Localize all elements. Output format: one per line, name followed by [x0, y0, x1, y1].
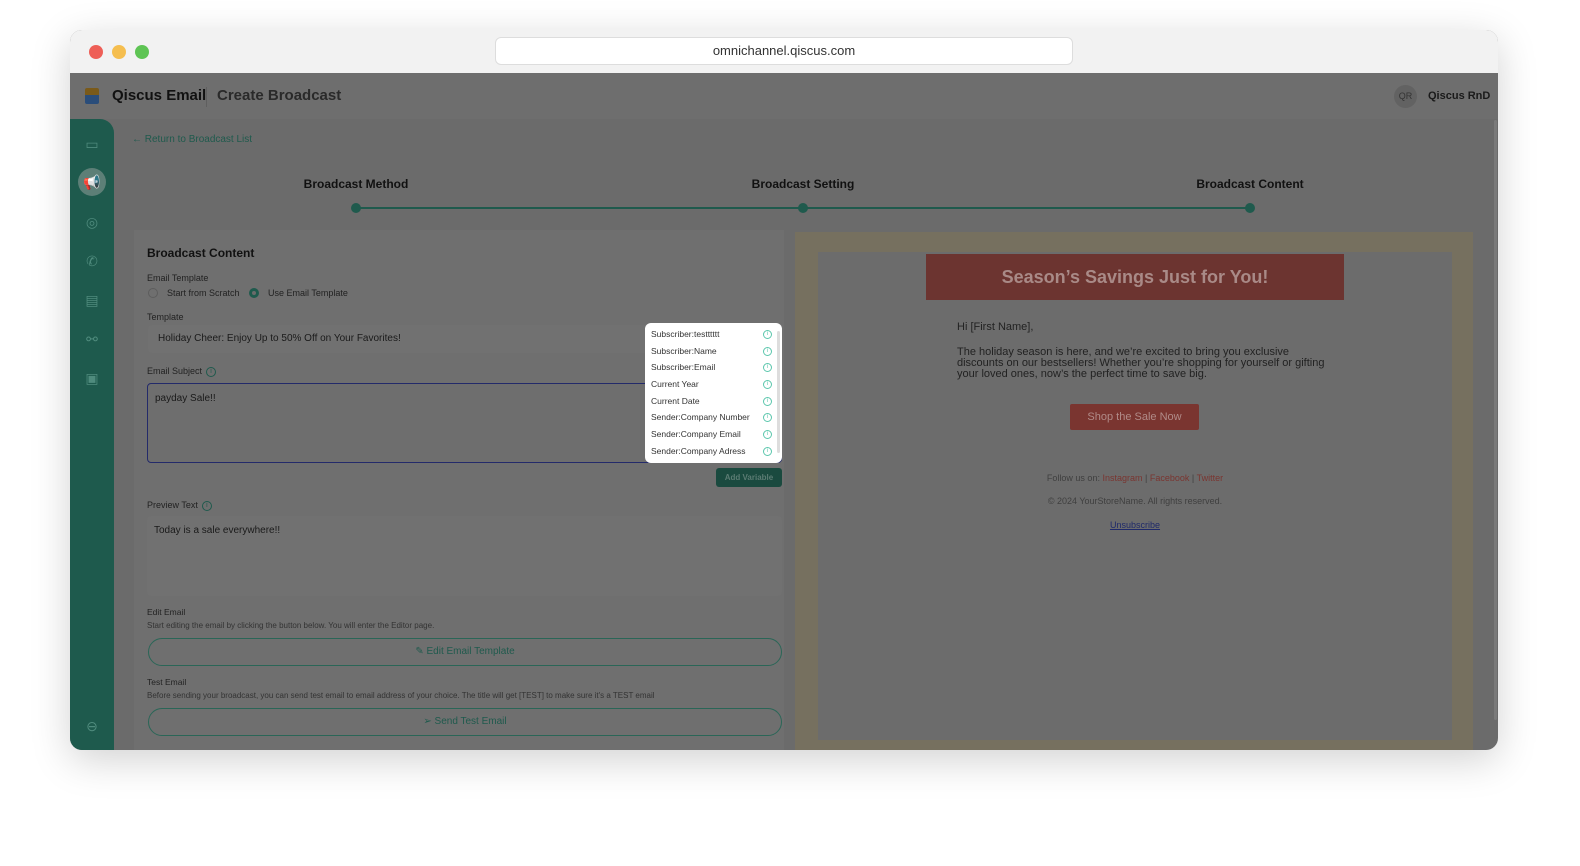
variable-item[interactable]: Sender:Company Adress i — [645, 443, 782, 460]
step-broadcast-content: Broadcast Content — [1196, 177, 1304, 191]
edit-email-label: Edit Email — [147, 607, 186, 617]
variable-label: Current Year — [651, 379, 699, 390]
test-email-description: Before sending your broadcast, you can s… — [147, 691, 655, 700]
return-to-broadcast-list-link[interactable]: ← Return to Broadcast List — [132, 134, 252, 145]
close-window-button[interactable] — [89, 45, 103, 59]
variable-item[interactable]: Subscriber:testttttt i — [645, 326, 782, 343]
twitter-link[interactable]: Twitter — [1197, 473, 1224, 483]
email-preview: Season’s Savings Just for You! Hi [First… — [795, 232, 1473, 750]
sidebar-dashboard-icon[interactable]: ▭ — [82, 134, 102, 154]
browser-titlebar: omnichannel.qiscus.com — [70, 30, 1498, 73]
section-title: Broadcast Content — [147, 246, 255, 260]
variable-item[interactable]: Sender:Company Number i — [645, 409, 782, 426]
page-scrollbar[interactable] — [1494, 120, 1497, 720]
info-icon[interactable]: i — [763, 413, 772, 423]
app-header: Qiscus Email Create Broadcast QR Qiscus … — [70, 73, 1498, 119]
browser-window: omnichannel.qiscus.com Qiscus Email Crea… — [70, 30, 1498, 750]
variable-item[interactable]: Current Year i — [645, 376, 782, 393]
sidebar: ▭ 📢 ◎ ✆ ▤ ⚯ ▣ ⊖ — [70, 119, 114, 750]
variable-item[interactable]: Sender:Company Email i — [645, 426, 782, 443]
maximize-window-button[interactable] — [135, 45, 149, 59]
page-title: Create Broadcast — [217, 87, 342, 104]
label-text: Email Subject — [147, 366, 203, 376]
variable-item[interactable]: Current Date i — [645, 393, 782, 410]
user-name[interactable]: Qiscus RnD — [1428, 90, 1490, 102]
variable-item[interactable]: Subscriber:Email i — [645, 359, 782, 376]
variable-label: Sender:Company Adress — [651, 445, 746, 456]
sidebar-integration-icon[interactable]: ⚯ — [82, 329, 102, 349]
info-icon[interactable]: i — [201, 500, 212, 511]
test-email-label: Test Email — [147, 677, 187, 687]
radio-use-email-template[interactable] — [249, 288, 259, 298]
button-label: Send Test Email — [434, 716, 507, 727]
step-dot — [1245, 203, 1255, 213]
edit-email-template-button[interactable]: ✎ Edit Email Template — [148, 638, 782, 666]
email-social-links: Follow us on: Instagram | Facebook | Twi… — [818, 473, 1452, 483]
instagram-link[interactable]: Instagram — [1102, 473, 1142, 483]
info-icon[interactable]: i — [763, 446, 772, 456]
shop-sale-button[interactable]: Shop the Sale Now — [1070, 404, 1199, 430]
sidebar-templates-icon[interactable]: ▣ — [82, 368, 102, 388]
info-icon[interactable]: i — [763, 330, 772, 339]
email-subject-label: Email Subject i — [147, 366, 217, 377]
separator: | — [1142, 473, 1150, 483]
email-body: The holiday season is here, and we’re ex… — [957, 346, 1325, 380]
separator: | — [1189, 473, 1197, 483]
sidebar-reports-icon[interactable]: ▤ — [82, 290, 102, 310]
email-preview-canvas: Season’s Savings Just for You! Hi [First… — [818, 252, 1452, 740]
info-icon[interactable]: i — [206, 366, 217, 377]
step-broadcast-method: Broadcast Method — [303, 177, 409, 191]
send-icon: ➢ — [423, 716, 435, 727]
info-icon[interactable]: i — [763, 346, 772, 356]
radio-label: Use Email Template — [268, 288, 348, 298]
email-banner: Season’s Savings Just for You! — [926, 254, 1344, 300]
dropdown-scrollbar[interactable] — [777, 331, 780, 453]
divider — [206, 87, 207, 107]
email-copyright: © 2024 YourStoreName. All rights reserve… — [1047, 496, 1223, 506]
qiscus-logo-icon — [85, 88, 99, 104]
app-name: Qiscus Email — [112, 87, 207, 104]
variable-label: Current Date — [651, 395, 700, 406]
step-broadcast-setting: Broadcast Setting — [751, 177, 855, 191]
variable-label: Subscriber:Email — [651, 362, 716, 373]
preview-text-label: Preview Text i — [147, 500, 212, 511]
email-template-label: Email Template — [147, 273, 209, 283]
variable-label: Sender:Company Number — [651, 412, 750, 423]
email-greeting: Hi [First Name], — [957, 321, 1034, 333]
info-icon[interactable]: i — [763, 363, 772, 373]
variable-label: Sender:Company Email — [651, 429, 741, 440]
address-bar[interactable]: omnichannel.qiscus.com — [495, 37, 1073, 65]
sidebar-collapse-icon[interactable]: ⊖ — [82, 716, 102, 736]
avatar[interactable]: QR — [1394, 85, 1417, 108]
info-icon[interactable]: i — [763, 380, 772, 390]
radio-start-from-scratch[interactable] — [148, 288, 158, 298]
unsubscribe-link[interactable]: Unsubscribe — [1110, 520, 1160, 530]
content-card — [134, 230, 784, 750]
preview-text-input[interactable]: Today is a sale everywhere!! — [147, 516, 782, 596]
info-icon[interactable]: i — [763, 396, 772, 406]
sidebar-broadcast-icon[interactable]: 📢 — [78, 168, 106, 196]
step-dot — [351, 203, 361, 213]
radio-label: Start from Scratch — [167, 288, 240, 298]
edit-icon: ✎ — [415, 646, 427, 657]
add-variable-button[interactable]: Add Variable — [716, 468, 782, 487]
variable-item[interactable]: Subscriber:Name i — [645, 343, 782, 360]
label-text: Preview Text — [147, 500, 198, 510]
follow-text: Follow us on: — [1046, 473, 1100, 483]
template-label: Template — [147, 312, 184, 322]
variable-label: Subscriber:Name — [651, 345, 717, 356]
edit-email-description: Start editing the email by clicking the … — [147, 621, 435, 630]
sidebar-contacts-icon[interactable]: ◎ — [82, 212, 102, 232]
unsubscribe-row: Unsubscribe — [818, 520, 1452, 530]
button-label: Edit Email Template — [426, 646, 515, 657]
variable-dropdown: Subscriber:testttttt i Subscriber:Name i S… — [645, 323, 782, 463]
info-icon[interactable]: i — [763, 430, 772, 440]
step-dot — [798, 203, 808, 213]
sidebar-phone-icon[interactable]: ✆ — [82, 251, 102, 271]
variable-label: Subscriber:testttttt — [651, 329, 720, 339]
minimize-window-button[interactable] — [112, 45, 126, 59]
facebook-link[interactable]: Facebook — [1150, 473, 1190, 483]
send-test-email-button[interactable]: ➢ Send Test Email — [148, 708, 782, 736]
